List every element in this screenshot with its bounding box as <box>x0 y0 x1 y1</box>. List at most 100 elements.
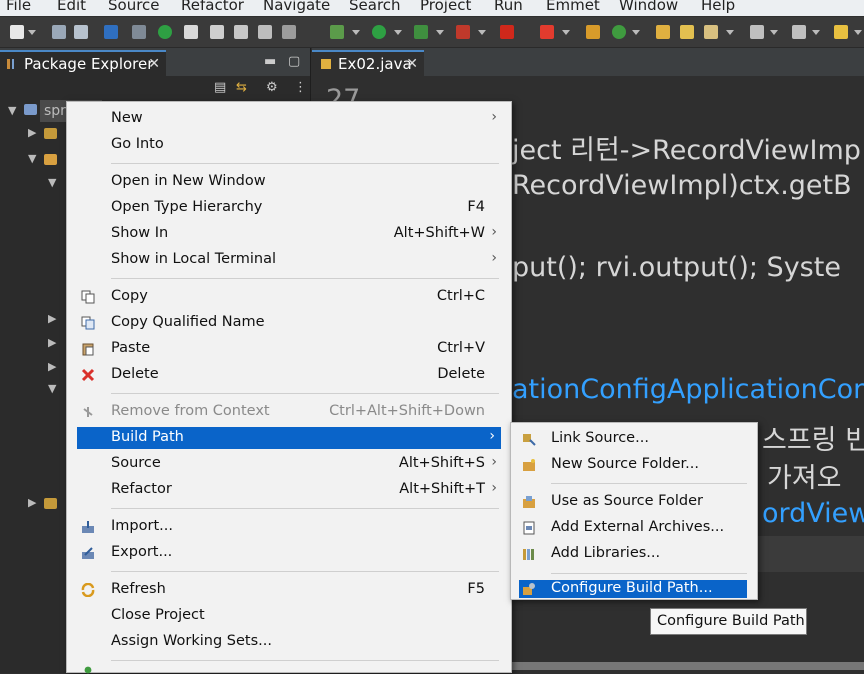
submenu-item-add-external-archives[interactable]: Add External Archives... <box>511 516 757 540</box>
publish-icon[interactable] <box>210 25 224 39</box>
menu-window[interactable]: Window <box>619 0 678 14</box>
add-libraries-icon <box>523 549 534 560</box>
chevron-down-icon[interactable] <box>854 30 862 35</box>
chevron-down-icon[interactable] <box>726 30 734 35</box>
submenu-item-add-libraries[interactable]: Add Libraries... <box>511 542 757 566</box>
chevron-right-icon[interactable]: ▶ <box>48 312 56 325</box>
menu-item-assign-working-sets[interactable]: Assign Working Sets... <box>67 629 511 655</box>
menu-item-refresh[interactable]: Refresh F5 <box>67 577 511 603</box>
menu-item-export[interactable]: Export... <box>67 540 511 566</box>
menu-item-copy-qualified-name[interactable]: Copy Qualified Name <box>67 310 511 336</box>
menu-item-show-in-local-terminal[interactable]: Show in Local Terminal › <box>67 247 511 273</box>
new-icon[interactable] <box>10 25 24 39</box>
collapse-all-icon[interactable]: ▤ <box>214 80 226 95</box>
chevron-down-icon[interactable]: ▼ <box>28 152 36 165</box>
chevron-down-icon[interactable] <box>632 30 640 35</box>
chevron-down-icon[interactable] <box>770 30 778 35</box>
submenu-item-configure-build-path[interactable]: Configure Build Path... <box>519 580 747 598</box>
coverage-icon[interactable] <box>414 25 428 39</box>
close-icon[interactable]: ✕ <box>406 52 418 76</box>
menu-item-new[interactable]: New › <box>67 106 511 132</box>
debug-icon[interactable] <box>184 25 198 39</box>
open-folder-icon[interactable] <box>656 25 670 39</box>
menu-item-copy[interactable]: Copy Ctrl+C <box>67 284 511 310</box>
code-line: 스프링 빈 <box>762 425 864 456</box>
chevron-right-icon[interactable]: ▶ <box>48 336 56 349</box>
chevron-right-icon[interactable]: ▶ <box>28 126 36 139</box>
menu-project[interactable]: Project <box>420 0 471 14</box>
tab-package-explorer[interactable]: Package Explorer ✕ <box>0 50 166 76</box>
chevron-down-icon[interactable] <box>352 30 360 35</box>
chevron-down-icon[interactable] <box>562 30 570 35</box>
maximize-icon[interactable]: ▢ <box>288 54 300 69</box>
chevron-down-icon[interactable] <box>478 30 486 35</box>
menu-item-open-type-hierarchy[interactable]: Open Type Hierarchy F4 <box>67 195 511 221</box>
debug-run-icon[interactable] <box>330 25 344 39</box>
chevron-down-icon[interactable] <box>28 30 36 35</box>
tab-ex02-java[interactable]: Ex02.java ✕ <box>312 50 424 76</box>
menu-edit[interactable]: Edit <box>57 0 86 14</box>
chevron-down-icon[interactable]: ▼ <box>48 382 56 395</box>
menu-help[interactable]: Help <box>701 0 735 14</box>
terminal-icon[interactable] <box>104 25 118 39</box>
configure-build-path-icon <box>523 583 535 595</box>
menu-item-go-into[interactable]: Go Into <box>67 132 511 158</box>
copy-icon <box>81 290 95 304</box>
menu-navigate[interactable]: Navigate <box>263 0 330 14</box>
menu-refactor[interactable]: Refactor <box>181 0 244 14</box>
save-icon[interactable] <box>52 25 66 39</box>
filters-icon[interactable]: ⚙ <box>266 80 278 95</box>
format-icon[interactable] <box>258 25 272 39</box>
disconnect-icon[interactable] <box>540 25 554 39</box>
chevron-down-icon[interactable]: ▼ <box>48 176 56 189</box>
back-icon[interactable] <box>834 25 848 39</box>
link-with-editor-icon[interactable]: ⇆ <box>236 80 247 95</box>
submenu-item-new-source-folder[interactable]: New Source Folder... <box>511 453 757 477</box>
chevron-right-icon[interactable]: ▶ <box>28 496 36 509</box>
brush-icon[interactable] <box>704 25 718 39</box>
chevron-down-icon[interactable] <box>394 30 402 35</box>
menu-item-close-project[interactable]: Close Project <box>67 603 511 629</box>
run-icon[interactable] <box>372 25 386 39</box>
menu-emmet[interactable]: Emmet <box>546 0 600 14</box>
next-annotation-icon[interactable] <box>750 25 764 39</box>
new-package-icon[interactable] <box>586 25 600 39</box>
submenu-item-link-source[interactable]: Link Source... <box>511 427 757 451</box>
external-tools-icon[interactable] <box>456 25 470 39</box>
code-line: ject 리턴->RecordViewImp <box>512 135 861 166</box>
view-menu-icon[interactable]: ⋮ <box>294 80 307 95</box>
menu-item-import[interactable]: Import... <box>67 514 511 540</box>
skip-breakpoints-icon[interactable] <box>132 25 146 39</box>
save-all-icon[interactable] <box>74 25 88 39</box>
menu-search[interactable]: Search <box>349 0 401 14</box>
chevron-down-icon[interactable] <box>436 30 444 35</box>
menu-item-paste[interactable]: Paste Ctrl+V <box>67 336 511 362</box>
menu-item-source[interactable]: Source Alt+Shift+S › <box>67 451 511 477</box>
stop-icon[interactable] <box>500 25 514 39</box>
menu-item-delete[interactable]: Delete Delete <box>67 362 511 388</box>
pilcrow-icon[interactable] <box>282 25 296 39</box>
minimize-icon[interactable]: ▬ <box>264 54 276 69</box>
chevron-down-icon[interactable] <box>812 30 820 35</box>
chevron-right-icon[interactable]: ▶ <box>48 360 56 373</box>
open-type-icon[interactable] <box>680 25 694 39</box>
menu-item-show-in[interactable]: Show In Alt+Shift+W › <box>67 221 511 247</box>
menu-source[interactable]: Source <box>108 0 160 14</box>
tools-icon[interactable] <box>234 25 248 39</box>
menu-item-refactor[interactable]: Refactor Alt+Shift+T › <box>67 477 511 503</box>
new-class-icon[interactable] <box>612 25 626 39</box>
previous-annotation-icon[interactable] <box>792 25 806 39</box>
submenu-item-use-as-source-folder[interactable]: Use as Source Folder <box>511 490 757 514</box>
build-path-submenu: Link Source... New Source Folder... Use … <box>510 422 758 600</box>
menu-separator <box>111 571 499 572</box>
chevron-down-icon[interactable]: ▼ <box>8 104 16 117</box>
menu-file[interactable]: File <box>6 0 31 14</box>
server-start-icon[interactable] <box>158 25 172 39</box>
code-line: ationConfigApplicationCon <box>512 374 864 405</box>
menu-item-open-in-new-window[interactable]: Open in New Window <box>67 169 511 195</box>
close-icon[interactable]: ✕ <box>148 52 160 76</box>
menu-run[interactable]: Run <box>494 0 523 14</box>
horizontal-scrollbar[interactable] <box>512 662 864 670</box>
remove-from-context-icon <box>83 407 93 417</box>
menu-item-build-path[interactable]: Build Path › <box>77 427 501 449</box>
